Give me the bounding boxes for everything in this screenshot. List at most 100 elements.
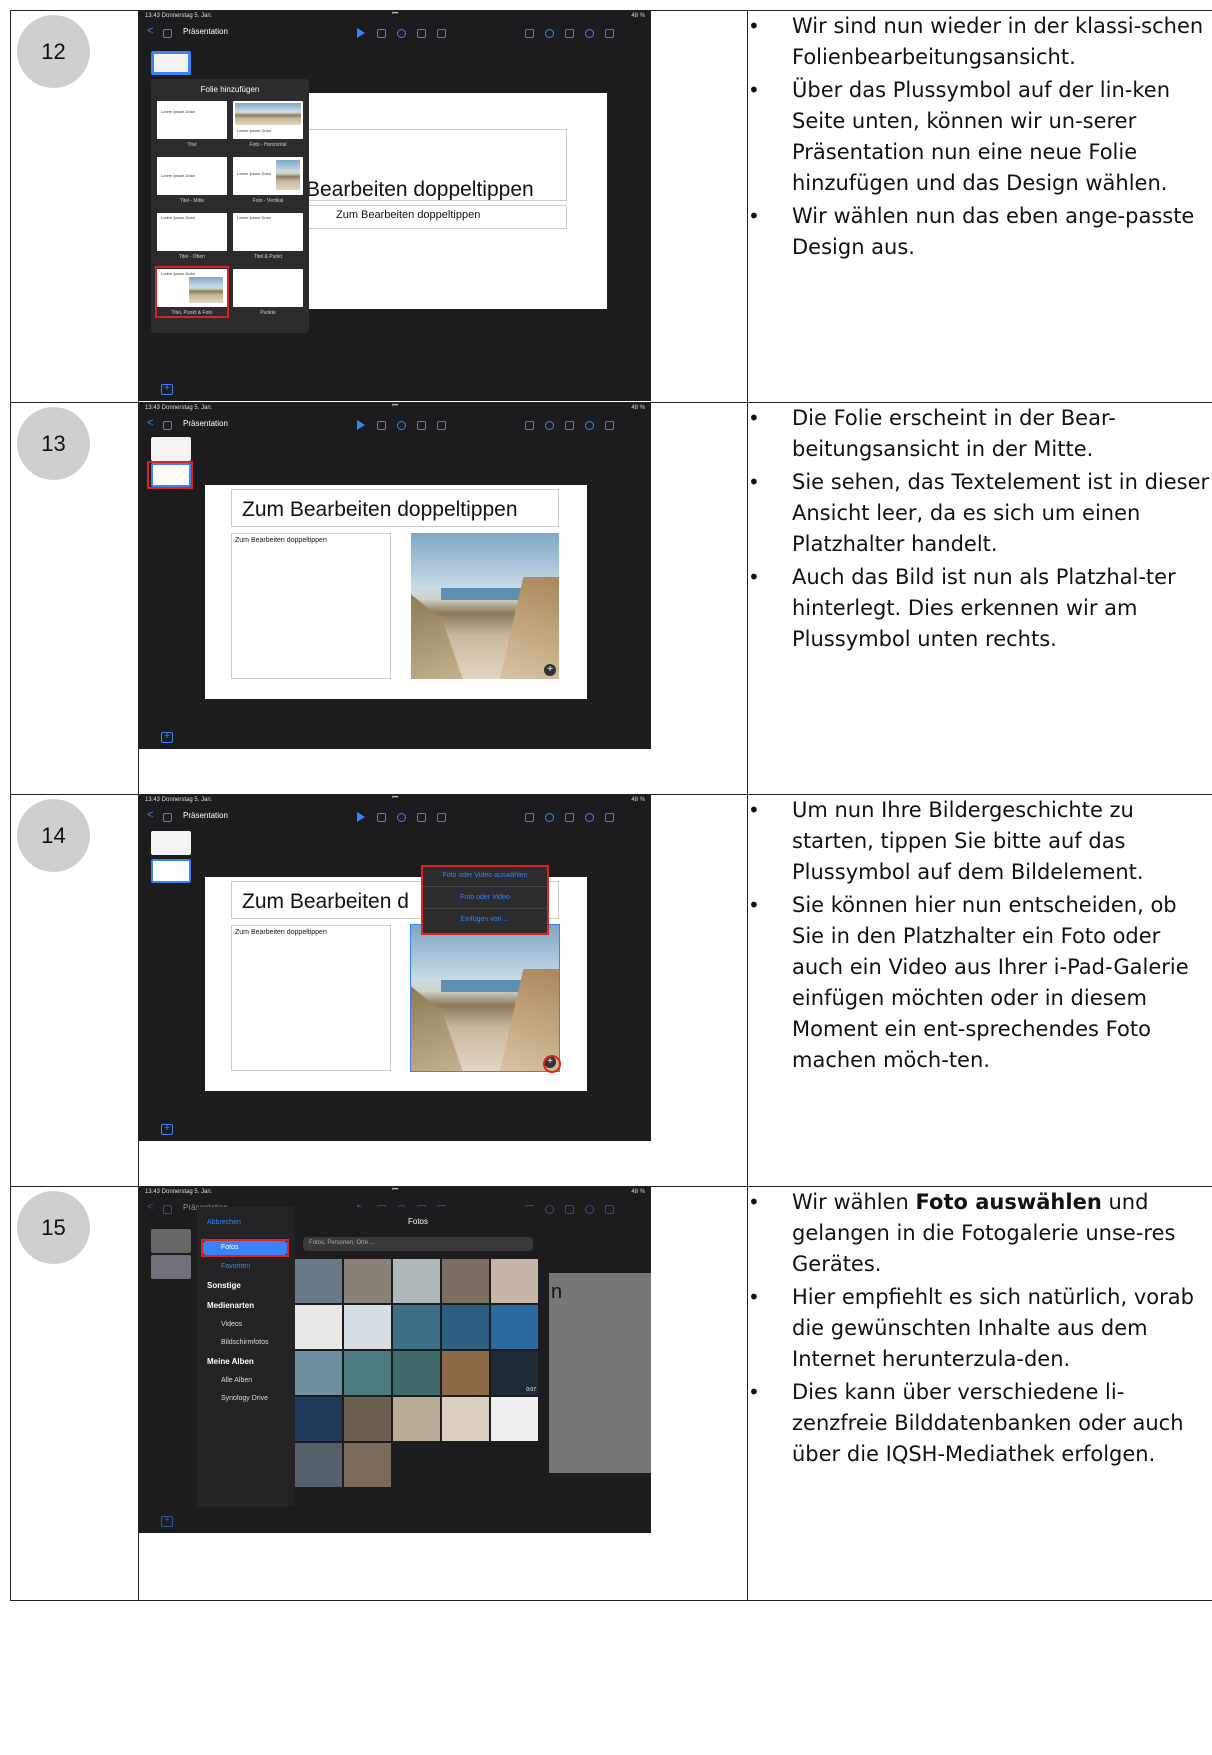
sidebar-icon[interactable] <box>163 421 172 430</box>
photo-tile[interactable] <box>295 1259 342 1303</box>
photo-tile[interactable] <box>491 1397 538 1441</box>
sidebar-item-synology[interactable]: Synology Drive <box>221 1395 268 1402</box>
collaborate-icon[interactable] <box>545 29 554 38</box>
shape-icon[interactable] <box>417 813 426 822</box>
slide-thumb-2[interactable] <box>151 859 191 883</box>
photo-tile[interactable] <box>442 1397 489 1441</box>
photo-tile[interactable] <box>344 1397 391 1441</box>
photo-tile[interactable] <box>442 1305 489 1349</box>
sidebar-item-alle-alben[interactable]: Alle Alben <box>221 1377 252 1384</box>
back-icon[interactable]: < <box>147 417 153 429</box>
layout-option[interactable]: Lorem Ipsum Dolor Titel - Mitte <box>157 157 227 204</box>
collaborate-icon[interactable] <box>545 813 554 822</box>
photo-tile[interactable] <box>295 1397 342 1441</box>
layout-option[interactable]: Lorem Ipsum Dolor Titel - Oben <box>157 213 227 260</box>
slide-title: Bearbeiten doppeltippen <box>305 129 567 201</box>
add-slide-icon[interactable]: + <box>161 1516 173 1527</box>
section-medienarten[interactable]: Medienarten <box>207 1301 254 1310</box>
play-icon[interactable] <box>357 420 365 430</box>
photo-tile[interactable] <box>295 1443 342 1487</box>
chart-icon[interactable] <box>397 421 406 430</box>
back-icon[interactable]: < <box>147 1201 153 1213</box>
sidebar-item-videos[interactable]: Videos <box>221 1321 242 1328</box>
section-meine-alben[interactable]: Meine Alben <box>207 1357 254 1366</box>
sidebar-item-screenshots[interactable]: Bildschirmfotos <box>221 1339 268 1346</box>
share-icon[interactable] <box>525 813 534 822</box>
collaborate-icon[interactable] <box>545 1205 554 1214</box>
media-icon[interactable] <box>437 813 446 822</box>
sidebar-icon[interactable] <box>163 813 172 822</box>
photo-tile[interactable] <box>344 1443 391 1487</box>
sidebar-icon[interactable] <box>163 29 172 38</box>
collaborate-icon[interactable] <box>545 421 554 430</box>
doc-title[interactable]: Präsentation <box>183 27 228 36</box>
shape-icon[interactable] <box>417 421 426 430</box>
photo-tile[interactable]: 0:07 <box>491 1351 538 1395</box>
table-icon[interactable] <box>377 813 386 822</box>
slide-canvas[interactable]: Bearbeiten doppeltippen Zum Bearbeiten d… <box>305 93 607 309</box>
chart-icon[interactable] <box>397 813 406 822</box>
add-slide-icon[interactable]: + <box>161 1124 173 1135</box>
play-icon[interactable] <box>357 812 365 822</box>
photo-tile[interactable] <box>393 1259 440 1303</box>
brush-icon[interactable] <box>565 813 574 822</box>
photo-tile[interactable] <box>344 1259 391 1303</box>
sidebar-icon[interactable] <box>163 1205 172 1214</box>
document-icon[interactable] <box>605 421 614 430</box>
photo-tile[interactable] <box>393 1397 440 1441</box>
photo-tile[interactable] <box>491 1305 538 1349</box>
photo-tile[interactable] <box>393 1305 440 1349</box>
document-icon[interactable] <box>605 813 614 822</box>
layout-option[interactable]: Punkte <box>233 269 303 316</box>
media-icon[interactable] <box>437 29 446 38</box>
layout-option[interactable]: Lorem Ipsum Dolor Foto - Vertikal <box>233 157 303 204</box>
layout-option[interactable]: Lorem Ipsum Dolor Foto - Horizontal <box>233 101 303 148</box>
add-slide-icon[interactable]: + <box>161 384 173 395</box>
table-icon[interactable] <box>377 421 386 430</box>
photo-tile[interactable] <box>491 1259 538 1303</box>
section-sonstige[interactable]: Sonstige <box>207 1281 241 1290</box>
photo-tile[interactable] <box>442 1351 489 1395</box>
photo-tile[interactable] <box>393 1351 440 1395</box>
more-icon[interactable] <box>585 1205 594 1214</box>
photo-tile[interactable] <box>344 1305 391 1349</box>
more-icon[interactable] <box>585 813 594 822</box>
doc-title[interactable]: Präsentation <box>183 811 228 820</box>
slide-thumb-2[interactable] <box>151 1255 191 1279</box>
share-icon[interactable] <box>525 421 534 430</box>
document-icon[interactable] <box>605 29 614 38</box>
add-media-icon[interactable]: + <box>544 664 556 676</box>
add-slide-icon[interactable]: + <box>161 732 173 743</box>
slide-thumb-1[interactable] <box>151 831 191 855</box>
chart-icon[interactable] <box>397 29 406 38</box>
brush-icon[interactable] <box>565 421 574 430</box>
photo-placeholder[interactable]: + <box>410 924 560 1072</box>
slide-canvas[interactable]: Zum Bearbeiten doppeltippen Zum Bearbeit… <box>205 485 587 699</box>
media-icon[interactable] <box>437 421 446 430</box>
photo-tile[interactable] <box>295 1351 342 1395</box>
share-icon[interactable] <box>525 29 534 38</box>
shape-icon[interactable] <box>417 29 426 38</box>
photo-tile[interactable] <box>344 1351 391 1395</box>
more-icon[interactable] <box>585 29 594 38</box>
back-icon[interactable]: < <box>147 809 153 821</box>
photo-tile[interactable] <box>295 1305 342 1349</box>
table-icon[interactable] <box>377 29 386 38</box>
search-field[interactable]: Fotos, Personen, Orte ... <box>303 1237 533 1251</box>
sidebar-item-favoriten[interactable]: Favoriten <box>221 1263 250 1270</box>
layout-option[interactable]: Lorem Ipsum Dolor Titel <box>157 101 227 148</box>
doc-title[interactable]: Präsentation <box>183 419 228 428</box>
photo-tile[interactable] <box>442 1259 489 1303</box>
more-icon[interactable] <box>585 421 594 430</box>
back-icon[interactable]: < <box>147 25 153 37</box>
play-icon[interactable] <box>357 28 365 38</box>
brush-icon[interactable] <box>565 29 574 38</box>
slide-thumb-1[interactable] <box>151 1229 191 1253</box>
document-icon[interactable] <box>605 1205 614 1214</box>
cancel-button[interactable]: Abbrechen <box>207 1219 241 1226</box>
photo-placeholder[interactable]: + <box>411 533 559 679</box>
brush-icon[interactable] <box>565 1205 574 1214</box>
slide-thumb-1[interactable] <box>151 437 191 461</box>
layout-option[interactable]: Lorem Ipsum Dolor Titel & Punkt <box>233 213 303 260</box>
slide-thumb-1[interactable] <box>151 51 191 75</box>
